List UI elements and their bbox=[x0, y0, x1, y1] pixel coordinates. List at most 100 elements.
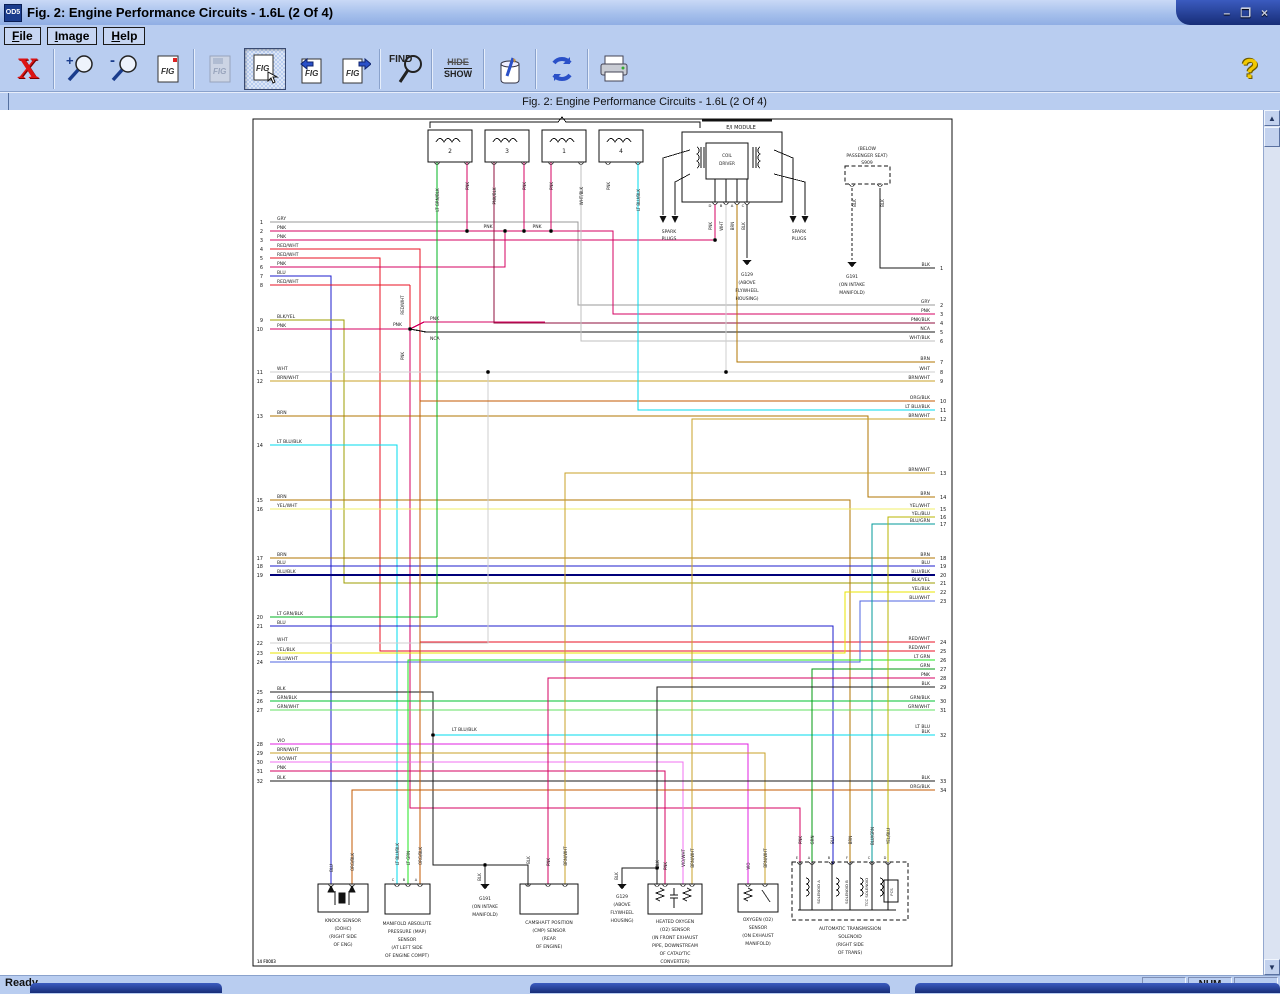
hide-show-button[interactable]: HIDE SHOW bbox=[438, 49, 478, 89]
toolbar-separator bbox=[587, 49, 589, 89]
left-pin-number: 29 bbox=[257, 751, 263, 757]
diagram-label: FLYWHEEL bbox=[610, 910, 634, 916]
right-pin-number: 8 bbox=[940, 370, 943, 376]
left-pin-number: 28 bbox=[257, 742, 263, 748]
diagram-label: (ON INTAKE bbox=[839, 282, 865, 288]
toolbar-separator bbox=[483, 49, 485, 89]
diagram-label: A bbox=[808, 856, 811, 860]
help-button[interactable]: ? bbox=[1230, 49, 1270, 89]
diagram-label: PNK bbox=[522, 182, 527, 190]
diagram-label: BLU/GRN bbox=[870, 827, 875, 845]
right-pin-wire-label: BLU/GRN bbox=[910, 518, 930, 524]
left-pin-number: 12 bbox=[257, 379, 263, 385]
diagram-label: PNK bbox=[483, 224, 493, 230]
diagram-label: OF CATALYTIC bbox=[660, 951, 691, 957]
zoom-out-button[interactable]: - bbox=[104, 49, 144, 89]
diagram-label: BRN/WHT bbox=[563, 846, 568, 866]
diagram-label: BLK bbox=[614, 872, 619, 880]
fig-page-button[interactable]: FIG bbox=[148, 49, 188, 89]
diagram-label: NCA bbox=[430, 336, 441, 342]
svg-text:FIG: FIG bbox=[161, 67, 174, 76]
diagram-label: B bbox=[828, 856, 831, 860]
diagram-label: BLK bbox=[880, 199, 885, 207]
left-pin-number: 7 bbox=[260, 274, 263, 280]
diagram-label: PNK bbox=[400, 352, 405, 360]
right-pin-number: 23 bbox=[940, 599, 946, 605]
print-button[interactable] bbox=[594, 49, 634, 89]
right-pin-number: 25 bbox=[940, 649, 946, 655]
fig-hand-button[interactable]: FIG bbox=[244, 48, 286, 90]
close-button[interactable]: × bbox=[1261, 7, 1268, 19]
diagram-label: WHT/BLK bbox=[579, 186, 584, 205]
menu-help[interactable]: Help bbox=[103, 27, 145, 45]
print-icon bbox=[596, 51, 632, 87]
diagram-label: PNK bbox=[549, 182, 554, 190]
left-pin-wire-label: PNK bbox=[277, 225, 287, 231]
right-pin-wire-label: RED/WHT bbox=[908, 636, 930, 642]
diagram-label: LT GRN/BLK bbox=[435, 188, 440, 212]
diagram-label: 4 bbox=[619, 148, 623, 155]
left-pin-number: 17 bbox=[257, 556, 263, 562]
diagram-label: PNK bbox=[606, 182, 611, 190]
scroll-down-button[interactable]: ▼ bbox=[1264, 959, 1280, 975]
menu-image[interactable]: Image bbox=[47, 27, 98, 45]
find-button[interactable]: FIND bbox=[386, 49, 426, 89]
notes-button[interactable] bbox=[490, 49, 530, 89]
wire-vio bbox=[270, 744, 748, 884]
minimize-button[interactable]: – bbox=[1224, 7, 1231, 19]
diagram-label: G129 bbox=[616, 894, 628, 900]
right-pin-wire-label: YEL/WHT bbox=[909, 503, 930, 509]
left-pin-wire-label: WHT bbox=[277, 366, 288, 372]
diagram-label: (ON EXHAUST bbox=[742, 933, 774, 939]
left-pin-wire-label: RED/WHT bbox=[277, 279, 299, 285]
diagram-label: E/I MODULE bbox=[726, 125, 756, 131]
left-pin-wire-label: BRN bbox=[277, 410, 287, 416]
left-pin-wire-label: PNK bbox=[277, 234, 287, 240]
svg-text:FIG: FIG bbox=[346, 69, 359, 78]
diagram-label: F bbox=[846, 856, 848, 860]
left-pin-wire-label: BRN bbox=[277, 494, 287, 500]
close-figure-button[interactable]: X bbox=[8, 49, 48, 89]
left-pin-wire-label: YEL/BLK bbox=[276, 647, 296, 653]
right-pin-number: 14 bbox=[940, 495, 946, 501]
right-pin-number: 3 bbox=[940, 312, 943, 318]
junction-dot bbox=[549, 229, 553, 233]
right-pin-wire-label: BRN bbox=[920, 356, 930, 362]
toolbar-separator bbox=[535, 49, 537, 89]
fig-prev-button[interactable]: FIG bbox=[290, 49, 330, 89]
caption-divider bbox=[0, 93, 9, 111]
left-pin-wire-label: LT GRN/BLK bbox=[277, 611, 304, 617]
junction-dot bbox=[431, 733, 435, 737]
right-pin-wire-label: BLK bbox=[921, 775, 931, 781]
diagram-label: COIL bbox=[722, 153, 732, 158]
right-pin-wire-label: BRN/WHT bbox=[908, 467, 930, 473]
symbol-path bbox=[753, 147, 760, 168]
wire-pnk bbox=[410, 329, 800, 864]
diagram-canvas[interactable]: E/I MODULECOILDRIVERDBACPNKWHTBRNBLKSPAR… bbox=[0, 110, 1263, 975]
fig-next-button[interactable]: FIG bbox=[334, 49, 374, 89]
right-pin-number: 12 bbox=[940, 417, 946, 423]
zoom-in-button[interactable]: + bbox=[60, 49, 100, 89]
right-pin-wire-label: PNK bbox=[921, 672, 931, 678]
scroll-up-button[interactable]: ▲ bbox=[1264, 110, 1280, 126]
left-pin-number: 2 bbox=[260, 229, 263, 235]
diagram-label: S909 bbox=[861, 160, 873, 166]
svg-text:FIG: FIG bbox=[256, 64, 269, 73]
menu-file[interactable]: File bbox=[4, 27, 41, 45]
scroll-thumb[interactable] bbox=[1264, 127, 1280, 147]
vertical-scrollbar[interactable]: ▲ ▼ bbox=[1263, 110, 1280, 975]
left-pin-number: 22 bbox=[257, 641, 263, 647]
restore-button[interactable]: ❐ bbox=[1240, 7, 1251, 19]
diagram-label: PNK bbox=[798, 836, 803, 844]
wiring-diagram: E/I MODULECOILDRIVERDBACPNKWHTBRNBLKSPAR… bbox=[0, 110, 1263, 975]
right-pin-wire-label: BLU bbox=[921, 560, 930, 566]
diagram-label: LT GRN bbox=[406, 851, 411, 865]
figure-caption-bar: Fig. 2: Engine Performance Circuits - 1.… bbox=[0, 92, 1280, 111]
diagram-label: LT BLU/BLK bbox=[636, 189, 641, 211]
diagram-label: BLK bbox=[741, 222, 746, 230]
right-pin-number: 18 bbox=[940, 556, 946, 562]
refresh-button[interactable] bbox=[542, 49, 582, 89]
diagram-label: KNOCK SENSOR bbox=[325, 918, 361, 924]
close-x-icon: X bbox=[17, 54, 39, 84]
right-pin-number: 15 bbox=[940, 507, 946, 513]
